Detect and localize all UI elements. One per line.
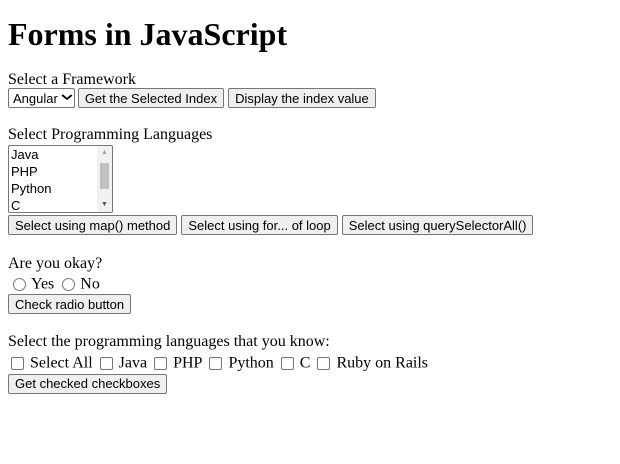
radio-yes-label: Yes — [31, 275, 55, 293]
checkbox-python[interactable] — [209, 357, 223, 371]
radio-no[interactable] — [62, 277, 76, 291]
checkbox-ruby-on-rails[interactable] — [317, 357, 331, 371]
scroll-down-arrow-icon[interactable]: ▼ — [97, 198, 112, 211]
scroll-up-arrow-icon[interactable]: ▲ — [97, 146, 112, 159]
framework-section: Select a Framework Angular Get the Selec… — [8, 71, 612, 108]
listbox-scrollbar[interactable]: ▲ ▼ — [97, 146, 112, 212]
okay-label: Are you okay? — [8, 255, 103, 272]
known-languages-section: Select the programming languages that yo… — [8, 333, 612, 394]
select-qsa-button[interactable]: Select using querySelectorAll() — [341, 215, 534, 235]
get-checked-checkboxes-button[interactable]: Get checked checkboxes — [8, 373, 168, 394]
checkbox-label: C — [299, 354, 311, 372]
checkbox-select-all[interactable] — [11, 357, 24, 371]
checkbox-label: Select All — [30, 354, 93, 372]
languages-listbox[interactable]: Java PHP Python C ▲ ▼ — [8, 145, 113, 213]
known-languages-label: Select the programming languages that yo… — [8, 333, 330, 351]
checkbox-java[interactable] — [99, 357, 113, 371]
languages-list-label: Select Programming Languages — [8, 126, 213, 143]
languages-list-section: Select Programming Languages Java PHP Py… — [8, 126, 612, 235]
select-map-button[interactable]: Select using map() method — [8, 215, 178, 235]
radio-yes[interactable] — [13, 277, 26, 291]
get-selected-index-button[interactable]: Get the Selected Index — [77, 88, 225, 108]
okay-section: Are you okay? Yes No Check radio button — [8, 255, 612, 315]
page-title: Forms in JavaScript — [8, 16, 288, 52]
select-forof-button[interactable]: Select using for... of loop — [181, 215, 338, 235]
framework-selected-value: Angular — [13, 90, 58, 106]
checkbox-label: PHP — [173, 354, 203, 372]
scrollbar-thumb[interactable] — [100, 163, 109, 189]
radio-no-label: No — [80, 275, 100, 293]
chevron-down-icon — [61, 93, 73, 104]
checkbox-php[interactable] — [154, 357, 168, 371]
check-radio-button[interactable]: Check radio button — [8, 294, 132, 315]
checkbox-label: Python — [228, 354, 274, 372]
framework-select[interactable]: Angular — [8, 88, 75, 108]
checkbox-label: Ruby on Rails — [336, 354, 429, 372]
framework-label: Select a Framework — [8, 71, 136, 88]
checkbox-label: Java — [118, 354, 148, 372]
checkbox-c[interactable] — [280, 357, 294, 371]
display-index-value-button[interactable]: Display the index value — [228, 88, 376, 108]
page: Forms in JavaScript Select a Framework A… — [8, 0, 612, 394]
